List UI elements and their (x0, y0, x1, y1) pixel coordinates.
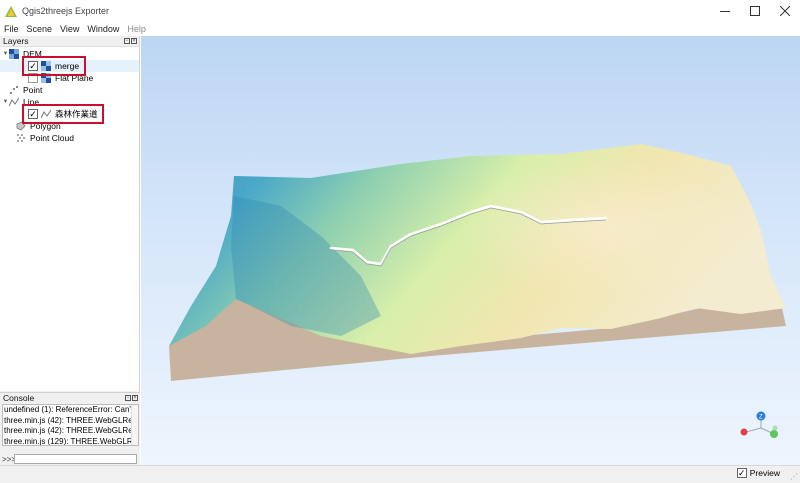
console-prompt: >>> (2, 454, 17, 464)
close-dock-icon[interactable]: × (132, 395, 138, 401)
maximize-button[interactable] (740, 0, 770, 22)
minimize-icon (720, 11, 730, 12)
console-line: undefined (1): ReferenceError: Can't (4, 405, 134, 414)
console-line: three.min.js (42): THREE.WebGLRend (4, 426, 138, 435)
status-bar: ✓ Preview ⋰ (0, 465, 800, 483)
highlight-box-merge (22, 56, 86, 76)
layers-dock-header: Layers ▫ × (0, 36, 139, 46)
qgis-app-icon (3, 0, 19, 22)
tree-item-point-cloud[interactable]: Point Cloud (16, 132, 138, 144)
resize-grip-icon[interactable]: ⋰ (790, 472, 798, 481)
tree-item-label: Point (23, 85, 43, 95)
title-bar: Qgis2threejs Exporter (0, 0, 800, 22)
close-icon (780, 6, 790, 16)
console-log[interactable]: undefined (1): ReferenceError: Can't thr… (2, 404, 139, 446)
console-input[interactable] (14, 454, 137, 464)
menu-file[interactable]: File (4, 24, 19, 34)
svg-text:Z: Z (759, 415, 763, 421)
close-dock-icon[interactable]: × (131, 38, 137, 44)
expand-arrow-icon[interactable]: ▼ (2, 51, 9, 57)
terrain-highland (401, 156, 741, 316)
menu-window[interactable]: Window (87, 24, 119, 34)
point-icon (9, 85, 19, 95)
close-button[interactable] (770, 0, 800, 22)
float-dock-icon[interactable]: ▫ (125, 395, 131, 401)
axis-x-icon[interactable] (740, 428, 748, 436)
layers-panel-title: Layers (3, 36, 29, 46)
console-line: three.min.js (129): THREE.WebGLRen (4, 436, 138, 446)
console-dock: Console ▫ × undefined (1): ReferenceErro… (0, 392, 140, 465)
maximize-icon (750, 6, 760, 16)
expand-arrow-icon[interactable]: ▼ (2, 99, 9, 105)
window-title: Qgis2threejs Exporter (22, 6, 110, 16)
axis-navigation-widget[interactable]: Z (740, 411, 779, 439)
preview-toggle[interactable]: ✓ Preview (736, 468, 780, 478)
console-scrollbar[interactable] (131, 405, 138, 445)
line-icon (9, 97, 19, 107)
console-dock-header: Console ▫ × (0, 393, 140, 403)
menu-bar: File Scene View Window Help (0, 22, 800, 36)
console-line: three.min.js (42): THREE.WebGLRend (4, 415, 138, 425)
highlight-box-forest-road (22, 104, 104, 124)
minimize-button[interactable] (710, 0, 740, 22)
float-dock-icon[interactable]: ▫ (124, 38, 130, 44)
scene-viewport[interactable]: Z (141, 36, 800, 465)
tree-item-point[interactable]: Point (9, 84, 138, 96)
layer-tree: ▼ DEM ✓ merge Flat Plane Point ▼ Line ✓ … (0, 46, 139, 391)
console-input-row: >>> (0, 453, 140, 465)
tree-item-label: Point Cloud (30, 133, 74, 143)
dem-icon (9, 49, 19, 59)
preview-checkbox[interactable]: ✓ (736, 468, 747, 478)
menu-scene[interactable]: Scene (27, 24, 53, 34)
terrain-scene[interactable]: Z (141, 36, 800, 465)
point-cloud-icon (16, 133, 26, 143)
menu-help[interactable]: Help (127, 24, 146, 34)
menu-view[interactable]: View (60, 24, 79, 34)
preview-label: Preview (749, 468, 780, 478)
left-dock: Layers ▫ × ▼ DEM ✓ merge Flat Plane Poin… (0, 36, 140, 465)
axis-y-icon[interactable] (770, 430, 778, 438)
console-panel-title: Console (3, 393, 35, 403)
